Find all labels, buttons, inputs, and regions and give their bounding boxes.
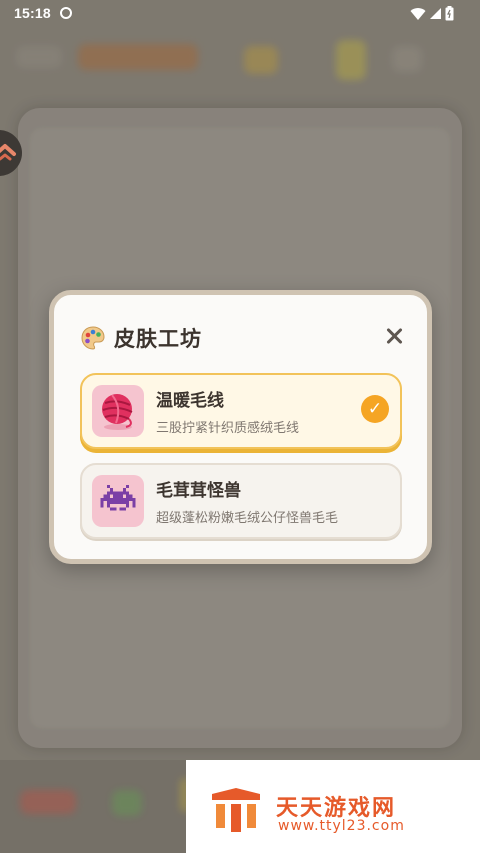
yarn-ball-icon	[92, 385, 144, 437]
watermark-url: www.ttyl23.com	[278, 818, 405, 834]
status-icons	[410, 6, 454, 21]
watermark-logo-icon	[212, 788, 260, 832]
skin-option-warm-yarn[interactable]: 温暖毛线 三股拧紧针织质感绒毛线 ✓	[80, 373, 402, 449]
chevron-logo-icon	[0, 144, 16, 161]
dialog-header: 皮肤工坊	[80, 323, 202, 353]
skin-workshop-dialog: 皮肤工坊 温暖毛线 三股拧紧针织质感绒毛线 ✓ 毛茸茸怪兽 超级蓬松粉嫩毛绒公仔…	[49, 290, 432, 564]
status-bar: 15:18	[0, 0, 480, 28]
skin-name: 毛茸茸怪兽	[156, 481, 241, 501]
notification-icon	[60, 7, 72, 19]
skin-description: 三股拧紧针织质感绒毛线	[156, 421, 300, 436]
skin-description: 超级蓬松粉嫩毛绒公仔怪兽毛毛	[156, 511, 339, 526]
selected-check-icon: ✓	[361, 395, 389, 423]
wifi-icon	[410, 7, 426, 20]
palette-icon	[81, 326, 105, 350]
skin-option-fluffy-monster[interactable]: 毛茸茸怪兽 超级蓬松粉嫩毛绒公仔怪兽毛毛	[80, 463, 402, 539]
dialog-title: 皮肤工坊	[114, 327, 202, 351]
status-time: 15:18	[14, 5, 51, 21]
pixel-monster-icon	[92, 475, 144, 527]
skin-name: 温暖毛线	[156, 391, 224, 411]
close-button[interactable]	[383, 325, 405, 347]
watermark: 天天游戏网 www.ttyl23.com	[186, 760, 480, 853]
battery-icon	[445, 6, 454, 21]
signal-icon	[430, 8, 441, 19]
